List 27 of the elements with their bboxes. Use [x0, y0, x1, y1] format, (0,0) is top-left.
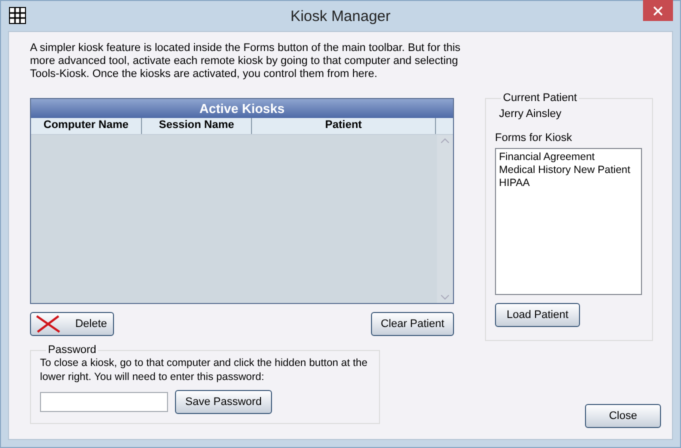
load-patient-button[interactable]: Load Patient — [495, 303, 580, 327]
intro-text: A simpler kiosk feature is located inside the Forms button of the main toolbar. But for this more advanced tool, activate each remote kiosk by going to that computer and selecting Tools-Kiosk. Once the kiosks are activated, you control them from here. — [30, 42, 462, 81]
column-header[interactable]: Patient — [252, 118, 436, 134]
scroll-down-icon[interactable] — [441, 295, 449, 300]
list-item[interactable]: HIPAA — [499, 177, 638, 190]
column-header[interactable]: Session Name — [142, 118, 252, 134]
forms-label: Forms for Kiosk — [495, 132, 574, 144]
scroll-up-icon[interactable] — [441, 138, 449, 143]
close-icon[interactable] — [643, 0, 673, 21]
close-button[interactable]: Close — [585, 404, 661, 428]
grid-title: Active Kiosks — [199, 101, 285, 116]
group-legend: Current Patient — [501, 92, 579, 104]
patient-name: Jerry Ainsley — [499, 108, 562, 120]
column-header[interactable]: Computer Name — [31, 118, 142, 134]
clear-patient-button[interactable]: Clear Patient — [371, 312, 454, 336]
save-password-button[interactable]: Save Password — [175, 390, 272, 414]
list-item[interactable]: Financial Agreement — [499, 151, 638, 164]
delete-x-icon — [35, 314, 62, 334]
password-field[interactable] — [40, 392, 168, 412]
vertical-scrollbar[interactable] — [437, 135, 453, 303]
group-legend: Password — [46, 344, 98, 356]
password-instructions: To close a kiosk, go to that computer and click the hidden button at the lower right. You will need to enter this password: — [40, 356, 368, 384]
grid-icon — [9, 7, 26, 24]
list-item[interactable]: Medical History New Patient — [499, 164, 638, 177]
window-title: Kiosk Manager — [290, 8, 391, 24]
delete-button[interactable]: Delete — [30, 312, 114, 336]
forms-list[interactable]: Financial Agreement Medical History New Patient HIPAA — [495, 148, 642, 295]
